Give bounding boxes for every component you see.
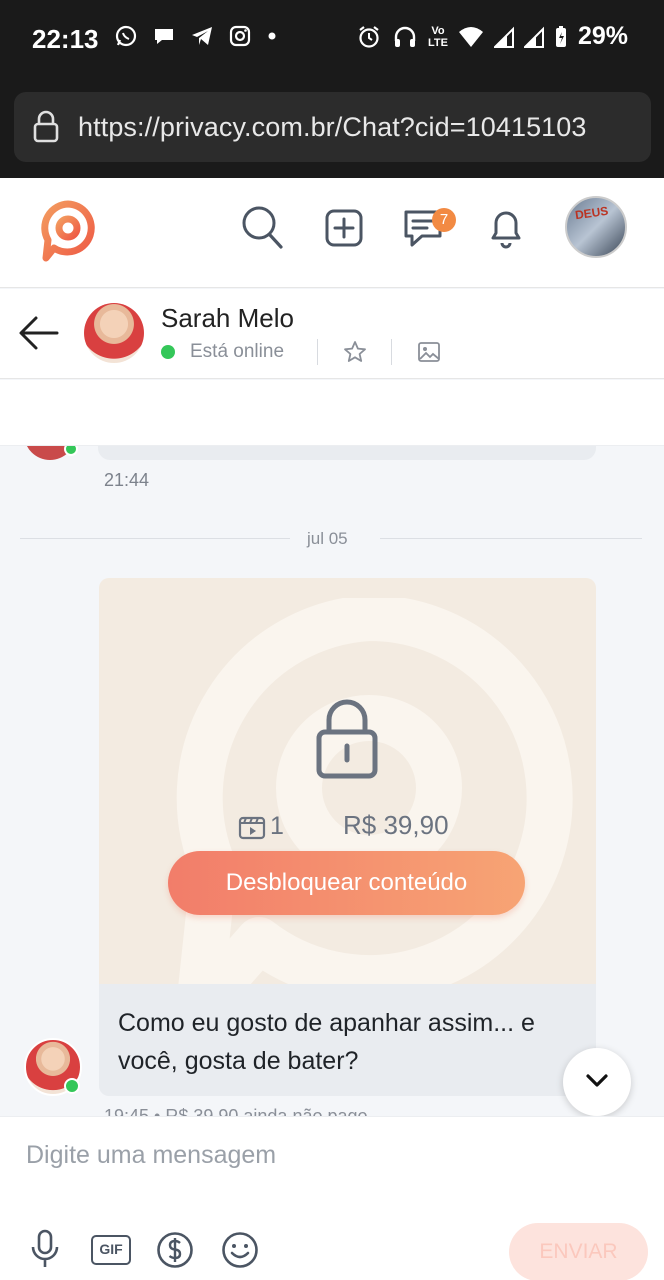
whatsapp-icon xyxy=(115,25,137,47)
online-indicator xyxy=(64,446,78,456)
microphone-icon[interactable] xyxy=(30,1229,60,1269)
status-bar: 22:13 Vo LTE 29% xyxy=(0,0,664,78)
watermark-logo-icon xyxy=(176,598,573,984)
more-notifications-dot-icon xyxy=(268,32,276,40)
scroll-to-bottom-button[interactable] xyxy=(563,1048,631,1116)
gif-label: GIF xyxy=(99,1241,123,1257)
instagram-icon xyxy=(229,25,251,47)
contact-avatar[interactable] xyxy=(84,303,144,363)
alarm-icon xyxy=(359,25,379,48)
locked-content-card: 1 R$ 39,90 Desbloquear conteúdo xyxy=(99,578,596,984)
message-bubble: Como eu gosto de apanhar assim... e você… xyxy=(99,984,596,1096)
chat-header: Sarah Melo Está online xyxy=(0,289,664,379)
content-price: R$ 39,90 xyxy=(343,810,449,840)
media-count-value: 1 xyxy=(270,812,284,840)
previous-message-bubble xyxy=(98,446,596,460)
screen: 22:13 Vo LTE 29% https://privacy.com.br/… xyxy=(0,0,664,1280)
signal-icon xyxy=(493,26,514,48)
chevron-down-icon xyxy=(586,1074,608,1087)
message-input[interactable]: Digite uma mensagem xyxy=(26,1141,276,1170)
video-clip-icon xyxy=(238,816,266,839)
address-bar[interactable]: https://privacy.com.br/Chat?cid=10415103 xyxy=(14,92,651,162)
headphones-icon xyxy=(394,26,416,47)
wifi-icon xyxy=(458,26,483,47)
privacy-logo-icon[interactable] xyxy=(38,200,98,262)
contact-name[interactable]: Sarah Melo xyxy=(161,303,294,334)
online-indicator xyxy=(64,1078,80,1094)
message-time: 21:44 xyxy=(104,470,150,490)
send-button[interactable]: ENVIAR xyxy=(509,1223,648,1280)
avatar-text: DEUS xyxy=(574,203,610,223)
online-status: Está online xyxy=(190,341,285,362)
chat-bubble-icon xyxy=(155,29,173,44)
back-arrow-icon[interactable] xyxy=(18,313,60,353)
emoji-icon[interactable] xyxy=(221,1231,259,1269)
chat-messages[interactable]: 21:44 jul 05 1 R$ 39,90 Desbloquear cont… xyxy=(0,446,664,1116)
message-meta: 19:45 • R$ 39,90 ainda não pago xyxy=(104,1106,368,1116)
app-header: 7 DEUS xyxy=(0,178,664,288)
lock-icon[interactable] xyxy=(32,110,60,144)
search-icon[interactable] xyxy=(240,204,284,252)
battery-icon xyxy=(555,25,566,47)
battery-percent: 29% xyxy=(577,22,628,50)
date-divider-line xyxy=(20,538,290,539)
browser-toolbar: https://privacy.com.br/Chat?cid=10415103 xyxy=(0,78,664,178)
messages-badge: 7 xyxy=(432,208,456,232)
unlock-content-button[interactable]: Desbloquear conteúdo xyxy=(168,851,525,915)
gallery-icon[interactable] xyxy=(417,340,441,364)
url-text[interactable]: https://privacy.com.br/Chat?cid=10415103 xyxy=(78,112,587,143)
star-icon[interactable] xyxy=(343,340,367,364)
user-avatar[interactable]: DEUS xyxy=(565,196,627,258)
date-divider: jul 05 xyxy=(307,529,348,548)
message-text: Como eu gosto de apanhar assim... e você… xyxy=(118,1009,535,1075)
header-divider xyxy=(391,339,392,365)
date-divider-line xyxy=(380,538,642,539)
system-icons: Vo LTE 29% xyxy=(356,22,628,51)
online-indicator xyxy=(161,345,175,359)
chat-header-spacer xyxy=(0,380,664,446)
add-post-icon[interactable] xyxy=(324,208,364,248)
signal-2-icon xyxy=(523,26,544,48)
lte-label: LTE xyxy=(427,36,448,49)
volte-label: Vo xyxy=(431,24,445,37)
padlock-icon xyxy=(316,699,378,779)
volte-indicator: Vo LTE xyxy=(428,25,448,49)
gif-button[interactable]: GIF xyxy=(91,1235,131,1265)
telegram-icon xyxy=(192,27,212,45)
tip-dollar-icon[interactable] xyxy=(156,1231,194,1269)
media-count: 1 xyxy=(238,812,284,841)
notification-icons xyxy=(114,24,278,48)
header-divider xyxy=(317,339,318,365)
message-composer: Digite uma mensagem GIF ENVIAR xyxy=(0,1116,664,1280)
clock: 22:13 xyxy=(32,24,99,54)
notifications-bell-icon[interactable] xyxy=(486,206,526,250)
